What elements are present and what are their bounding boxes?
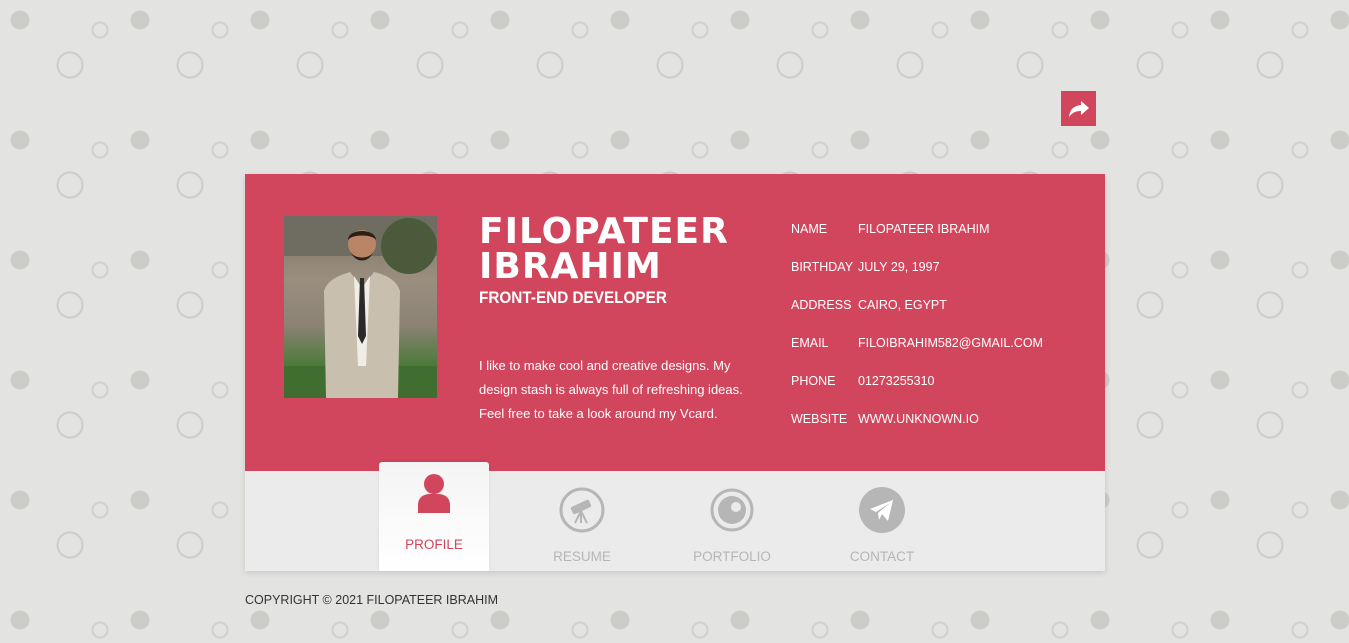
tab-label: CONTACT bbox=[849, 549, 915, 564]
info-value: CAIRO, EGYPT bbox=[858, 298, 947, 312]
vcard: FILOPATEER IBRAHIM FRONT-END DEVELOPER I… bbox=[245, 174, 1105, 571]
section-nav: PROFILE RESUME PORTFOLIO CONTACT bbox=[245, 462, 1105, 571]
tab-portfolio[interactable]: PORTFOLIO bbox=[677, 471, 787, 571]
telescope-icon bbox=[559, 487, 605, 533]
info-value: JULY 29, 1997 bbox=[858, 260, 940, 274]
tab-label: PORTFOLIO bbox=[693, 549, 771, 564]
tab-contact[interactable]: CONTACT bbox=[827, 471, 937, 571]
info-value: WWW.UNKNOWN.IO bbox=[858, 412, 979, 426]
info-row-email: EMAIL FILOIBRAHIM582@GMAIL.COM bbox=[791, 336, 1043, 374]
info-label: NAME bbox=[791, 222, 828, 236]
tab-resume[interactable]: RESUME bbox=[527, 471, 637, 571]
info-label: EMAIL bbox=[791, 336, 829, 350]
info-label: ADDRESS bbox=[791, 298, 852, 312]
info-label: WEBSITE bbox=[791, 412, 848, 426]
info-row-phone: PHONE 01273255310 bbox=[791, 374, 1043, 412]
profile-name: FILOPATEER IBRAHIM bbox=[479, 211, 729, 287]
info-value: FILOIBRAHIM582@GMAIL.COM bbox=[858, 336, 1043, 350]
copyright: COPYRIGHT © 2021 FILOPATEER IBRAHIM bbox=[245, 593, 499, 607]
info-value: 01273255310 bbox=[858, 374, 935, 388]
share-icon bbox=[1068, 100, 1089, 117]
eye-icon bbox=[710, 488, 754, 532]
tab-label: RESUME bbox=[553, 549, 611, 564]
paper-plane-icon bbox=[859, 487, 905, 533]
user-icon bbox=[418, 474, 450, 513]
profile-header: FILOPATEER IBRAHIM FRONT-END DEVELOPER I… bbox=[245, 174, 1105, 471]
info-value: FILOPATEER IBRAHIM bbox=[858, 222, 990, 236]
profile-bio: I like to make cool and creative designs… bbox=[479, 358, 743, 421]
info-label: PHONE bbox=[791, 374, 836, 388]
info-row-address: ADDRESS CAIRO, EGYPT bbox=[791, 298, 1043, 336]
tab-profile[interactable]: PROFILE bbox=[379, 462, 489, 571]
profile-role: FRONT-END DEVELOPER bbox=[479, 288, 667, 307]
info-row-website: WEBSITE WWW.UNKNOWN.IO bbox=[791, 412, 1043, 450]
info-list: NAME FILOPATEER IBRAHIM BIRTHDAY JULY 29… bbox=[791, 222, 1043, 450]
share-button[interactable] bbox=[1061, 91, 1096, 126]
info-row-birthday: BIRTHDAY JULY 29, 1997 bbox=[791, 260, 1043, 298]
profile-photo bbox=[284, 216, 437, 398]
tab-label: PROFILE bbox=[405, 537, 463, 552]
info-label: BIRTHDAY bbox=[791, 260, 854, 274]
info-row-name: NAME FILOPATEER IBRAHIM bbox=[791, 222, 1043, 260]
